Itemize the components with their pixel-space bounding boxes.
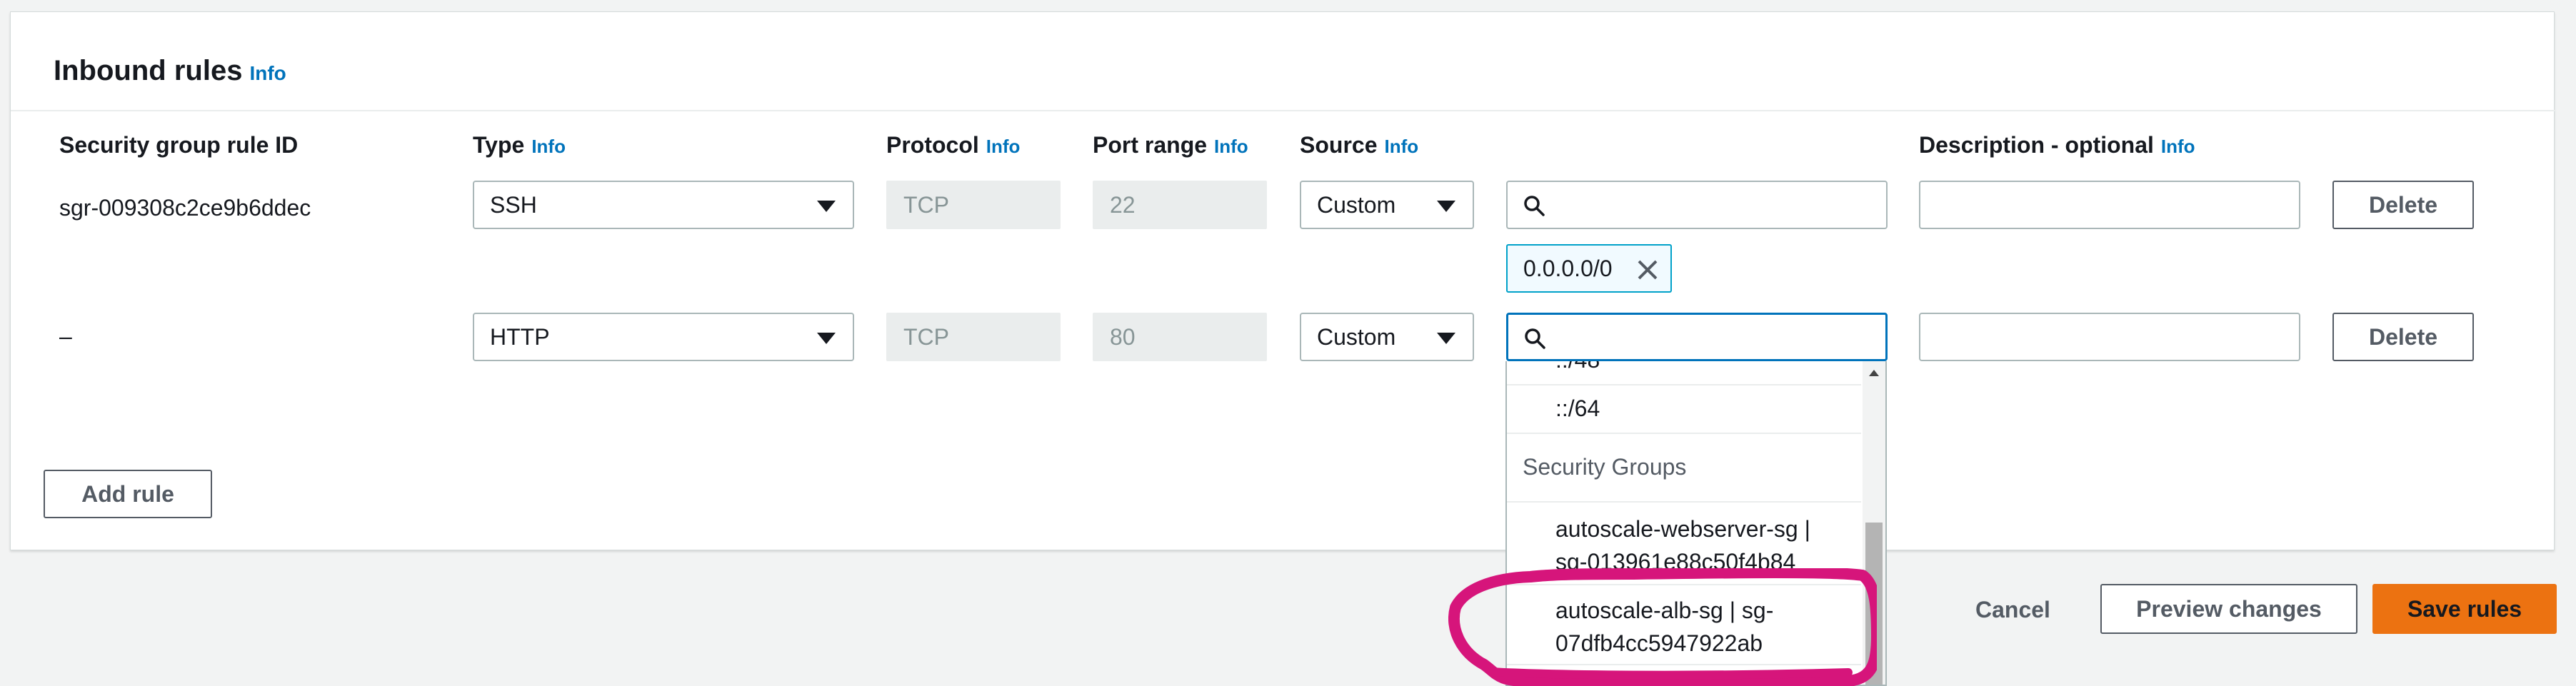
rule-1-source-mode-select[interactable]: Custom: [1300, 181, 1474, 229]
rule-2-type-select[interactable]: HTTP: [473, 313, 854, 361]
close-icon[interactable]: [1636, 258, 1659, 281]
col-header-type: Type Info: [473, 132, 566, 158]
col-header-description-label: Description - optional: [1919, 132, 2154, 158]
rule-1-source-token: 0.0.0.0/0: [1506, 244, 1672, 293]
rule-1-source-mode-value: Custom: [1317, 192, 1396, 218]
col-header-rule-id: Security group rule ID: [59, 132, 299, 158]
header-divider: [11, 110, 2555, 111]
cancel-button[interactable]: Cancel: [1975, 597, 2050, 623]
rule-1-description-input[interactable]: [1919, 181, 2300, 229]
dropdown-option-sg-alb[interactable]: autoscale-alb-sg | sg- 07dfb4cc5947922ab: [1507, 594, 1861, 660]
rule-2-source-mode-value: Custom: [1317, 324, 1396, 350]
caret-down-icon: [817, 333, 836, 344]
col-header-source-label: Source: [1300, 132, 1378, 158]
caret-down-icon: [817, 201, 836, 212]
inbound-rules-panel: Inbound rules Info Security group rule ID…: [10, 11, 2555, 550]
dropdown-separator: [1507, 501, 1861, 503]
rule-2-source-mode-select[interactable]: Custom: [1300, 313, 1474, 361]
source-suggestions-dropdown: ::/48 ::/64 Security Groups autoscale-we…: [1505, 361, 1887, 686]
protocol-info-link[interactable]: Info: [986, 136, 1021, 157]
dropdown-separator: [1507, 584, 1861, 585]
col-header-description: Description - optional Info: [1919, 132, 2195, 158]
dropdown-separator: [1507, 384, 1861, 385]
port-range-info-link[interactable]: Info: [1214, 136, 1248, 157]
search-icon: [1524, 196, 1545, 216]
section-info-link[interactable]: Info: [249, 62, 286, 84]
col-header-protocol-label: Protocol: [886, 132, 979, 158]
rule-1-source-token-label: 0.0.0.0/0: [1523, 256, 1613, 281]
rule-2-id: –: [59, 323, 72, 349]
rule-2-type-value: HTTP: [490, 324, 550, 350]
dropdown-group-header: Security Groups: [1523, 454, 1687, 480]
col-header-type-label: Type: [473, 132, 525, 158]
scroll-up-arrow-icon[interactable]: [1869, 370, 1879, 376]
section-title: Inbound rules Info: [54, 55, 286, 87]
rule-1-source-search-input[interactable]: [1506, 181, 1888, 229]
dropdown-separator: [1507, 664, 1861, 665]
rule-1-protocol: TCP: [886, 181, 1061, 229]
add-rule-button[interactable]: Add rule: [44, 470, 212, 518]
rule-2-source-search-input[interactable]: [1506, 313, 1888, 361]
rule-1-id: sgr-009308c2ce9b6ddec: [59, 195, 311, 221]
rule-2-protocol: TCP: [886, 313, 1061, 361]
type-info-link[interactable]: Info: [531, 136, 566, 157]
rule-1-delete-button[interactable]: Delete: [2332, 181, 2474, 229]
col-header-protocol: Protocol Info: [886, 132, 1020, 158]
scrollbar-thumb[interactable]: [1865, 523, 1883, 685]
sg-webserver-id: sg-013961e88c50f4b84: [1555, 549, 1796, 575]
description-info-link[interactable]: Info: [2161, 136, 2195, 157]
sg-alb-id: 07dfb4cc5947922ab: [1555, 630, 1763, 656]
col-header-port-range-label: Port range: [1093, 132, 1208, 158]
save-rules-button[interactable]: Save rules: [2372, 584, 2557, 634]
rule-2-delete-button[interactable]: Delete: [2332, 313, 2474, 361]
source-info-link[interactable]: Info: [1384, 136, 1418, 157]
search-icon: [1525, 328, 1545, 349]
dropdown-scrollbar[interactable]: [1863, 361, 1885, 685]
rule-1-type-value: SSH: [490, 192, 537, 218]
rule-1-port-range: 22: [1093, 181, 1267, 229]
rule-2-description-input[interactable]: [1919, 313, 2300, 361]
section-title-text: Inbound rules: [54, 55, 243, 86]
dropdown-separator: [1507, 433, 1861, 434]
sg-alb-name: autoscale-alb-sg | sg-: [1555, 597, 1774, 623]
rule-1-type-select[interactable]: SSH: [473, 181, 854, 229]
caret-down-icon: [1437, 201, 1455, 212]
dropdown-option-sg-webserver[interactable]: autoscale-webserver-sg | sg-013961e88c50…: [1507, 513, 1861, 578]
col-header-port-range: Port range Info: [1093, 132, 1248, 158]
preview-changes-button[interactable]: Preview changes: [2100, 584, 2357, 634]
rule-2-port-range: 80: [1093, 313, 1267, 361]
caret-down-icon: [1437, 333, 1455, 344]
col-header-source: Source Info: [1300, 132, 1418, 158]
dropdown-option-cidr-64[interactable]: ::/64: [1507, 395, 1861, 422]
sg-webserver-name: autoscale-webserver-sg |: [1555, 516, 1810, 542]
dropdown-option-cidr-48[interactable]: ::/48: [1507, 361, 1861, 373]
